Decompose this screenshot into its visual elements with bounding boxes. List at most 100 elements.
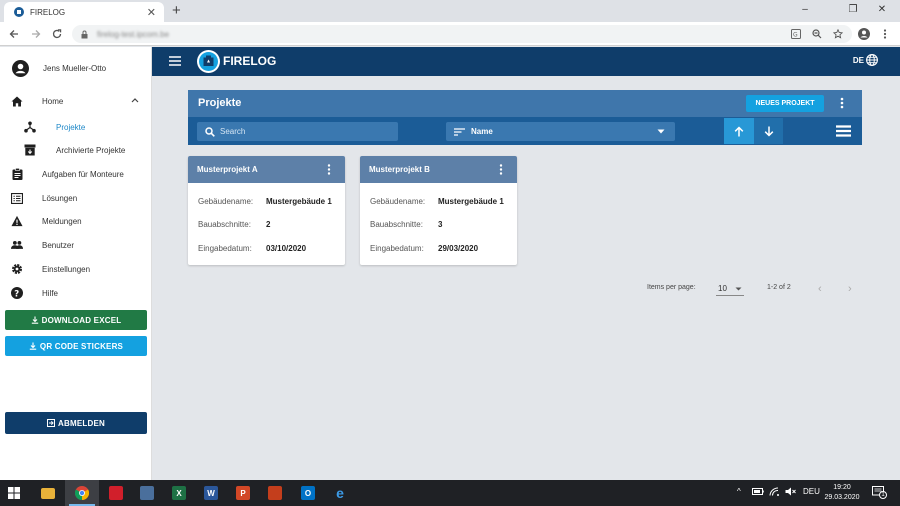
tray-overflow-icon[interactable]: ^ [737,487,741,496]
logout-button[interactable]: ABMELDEN [5,412,147,434]
sidebar-item-label: Lösungen [42,193,78,203]
forward-button[interactable] [26,22,46,46]
field-value: 03/10/2020 [266,244,307,253]
close-window-button[interactable]: ✕ [862,0,900,22]
input-language[interactable]: DEU [803,487,820,496]
next-page-button[interactable]: › [848,283,852,295]
folder-icon [41,487,55,499]
previous-page-button[interactable]: ‹ [818,283,822,295]
minimize-button[interactable]: – [785,0,825,22]
arrow-down-icon [764,126,773,137]
arrow-right-icon [32,30,41,38]
more-vert-icon[interactable] [840,97,844,109]
page-size-select[interactable]: 10 [716,282,744,296]
reload-button[interactable] [47,22,67,46]
project-tree-icon [24,121,36,133]
language-label[interactable]: DE [853,56,864,65]
zoom-icon[interactable] [808,22,826,46]
svg-text:G: G [793,32,798,39]
sidebar-item-meldungen[interactable]: Meldungen [0,211,152,231]
sort-descending-button[interactable] [754,118,783,144]
sidebar-item-label: Home [42,96,64,106]
page-range: 1-2 of 2 [767,284,791,291]
user-name: Jens Mueller-Otto [43,63,107,73]
sidebar-item-label: Aufgaben für Monteure [42,169,124,179]
taskbar-app-excel[interactable]: X [162,480,196,506]
project-card[interactable]: Musterprojekt A Gebäudename: Mustergebäu… [188,156,345,265]
taskbar-app-powerpoint[interactable]: P [226,480,260,506]
download-excel-button[interactable]: DOWNLOAD EXCEL [5,310,147,330]
search-box[interactable] [197,122,398,141]
taskbar-app-network[interactable] [130,480,164,506]
chevron-up-icon[interactable] [130,95,140,105]
filter-bar: Name [188,117,862,145]
new-project-button[interactable]: NEUES PROJEKT [746,95,824,112]
sidebar-item-home[interactable]: Home [0,91,152,111]
word-icon: W [204,486,218,500]
more-vert-icon[interactable] [327,164,331,175]
sort-icon [454,127,465,136]
menu-dots-icon[interactable] [876,22,894,46]
sidebar-item-archivierte-projekte[interactable]: Archivierte Projekte [0,140,152,160]
powerpoint-icon: P [236,486,250,500]
project-card[interactable]: Musterprojekt B Gebäudename: Mustergebäu… [360,156,517,265]
qr-code-stickers-button[interactable]: QR CODE STICKERS [5,336,147,356]
lock-icon [81,30,88,38]
battery-icon[interactable] [752,487,764,496]
new-tab-button[interactable]: + [172,2,181,20]
sidebar-item-aufgaben[interactable]: Aufgaben für Monteure [0,164,152,184]
sidebar-item-hilfe[interactable]: ? Hilfe [0,283,152,303]
field-key: Gebäudename: [370,197,426,206]
taskbar-app-edge[interactable]: e [323,480,357,506]
search-input[interactable] [220,127,380,136]
taskbar-app-outlook[interactable]: O [291,480,325,506]
tab-title: FIRELOG [30,7,66,17]
sidebar-item-benutzer[interactable]: Benutzer [0,235,152,255]
system-clock[interactable]: 19:20 29.03.2020 [822,483,862,503]
sidebar-item-loesungen[interactable]: Lösungen [0,188,152,208]
field-key: Eingabedatum: [370,244,424,253]
notification-center[interactable]: 1 [872,486,887,500]
notification-count: 1 [879,491,887,499]
sidebar-item-projekte[interactable]: Projekte [0,117,152,137]
tab-close-icon[interactable]: ✕ [147,6,156,19]
taskbar-app-file-explorer[interactable] [31,480,65,506]
sort-select[interactable]: Name [446,122,675,141]
taskbar-app-chrome[interactable] [65,480,99,506]
archive-icon [24,144,36,156]
office-icon [268,486,282,500]
sidebar: Jens Mueller-Otto Home Projekte Archivie… [0,47,152,480]
page-size-value: 10 [718,284,727,293]
windows-start-icon[interactable] [8,487,20,499]
list-view-icon[interactable] [836,125,851,137]
address-bar[interactable]: firelog-test.ipcom.be [72,25,852,43]
hamburger-menu-icon[interactable] [169,56,181,66]
windows-taskbar: X W P O e ^ DEU 19:20 29.03.2020 1 [0,480,900,506]
star-icon[interactable] [829,22,847,46]
sort-ascending-button[interactable] [724,118,754,144]
wifi-icon[interactable] [769,487,780,496]
field-value: 29/03/2020 [438,244,479,253]
page-title: Projekte [198,97,242,109]
arrow-left-icon [9,30,18,38]
sidebar-item-label: Archivierte Projekte [56,145,126,155]
globe-icon[interactable] [866,54,878,66]
sidebar-item-label: Meldungen [42,216,82,226]
taskbar-app-word[interactable]: W [194,480,228,506]
field-value: Mustergebäude 1 [438,197,504,206]
project-card-title: Musterprojekt A [197,165,258,174]
app-bar: FIRELOG DE [152,47,900,76]
sidebar-item-einstellungen[interactable]: Einstellungen [0,259,152,279]
back-button[interactable] [4,22,24,46]
project-card-header: Musterprojekt B [360,156,517,183]
app-brand: FIRELOG [223,54,277,68]
profile-icon[interactable] [855,22,873,46]
firelog-logo-icon [197,50,220,73]
more-vert-icon[interactable] [499,164,503,175]
translate-icon[interactable]: G [787,22,805,46]
browser-tab[interactable]: FIRELOG ✕ [4,2,164,22]
taskbar-app-office[interactable] [258,480,292,506]
logout-icon [47,419,56,427]
volume-muted-icon[interactable] [785,487,796,496]
taskbar-app-red[interactable] [99,480,133,506]
